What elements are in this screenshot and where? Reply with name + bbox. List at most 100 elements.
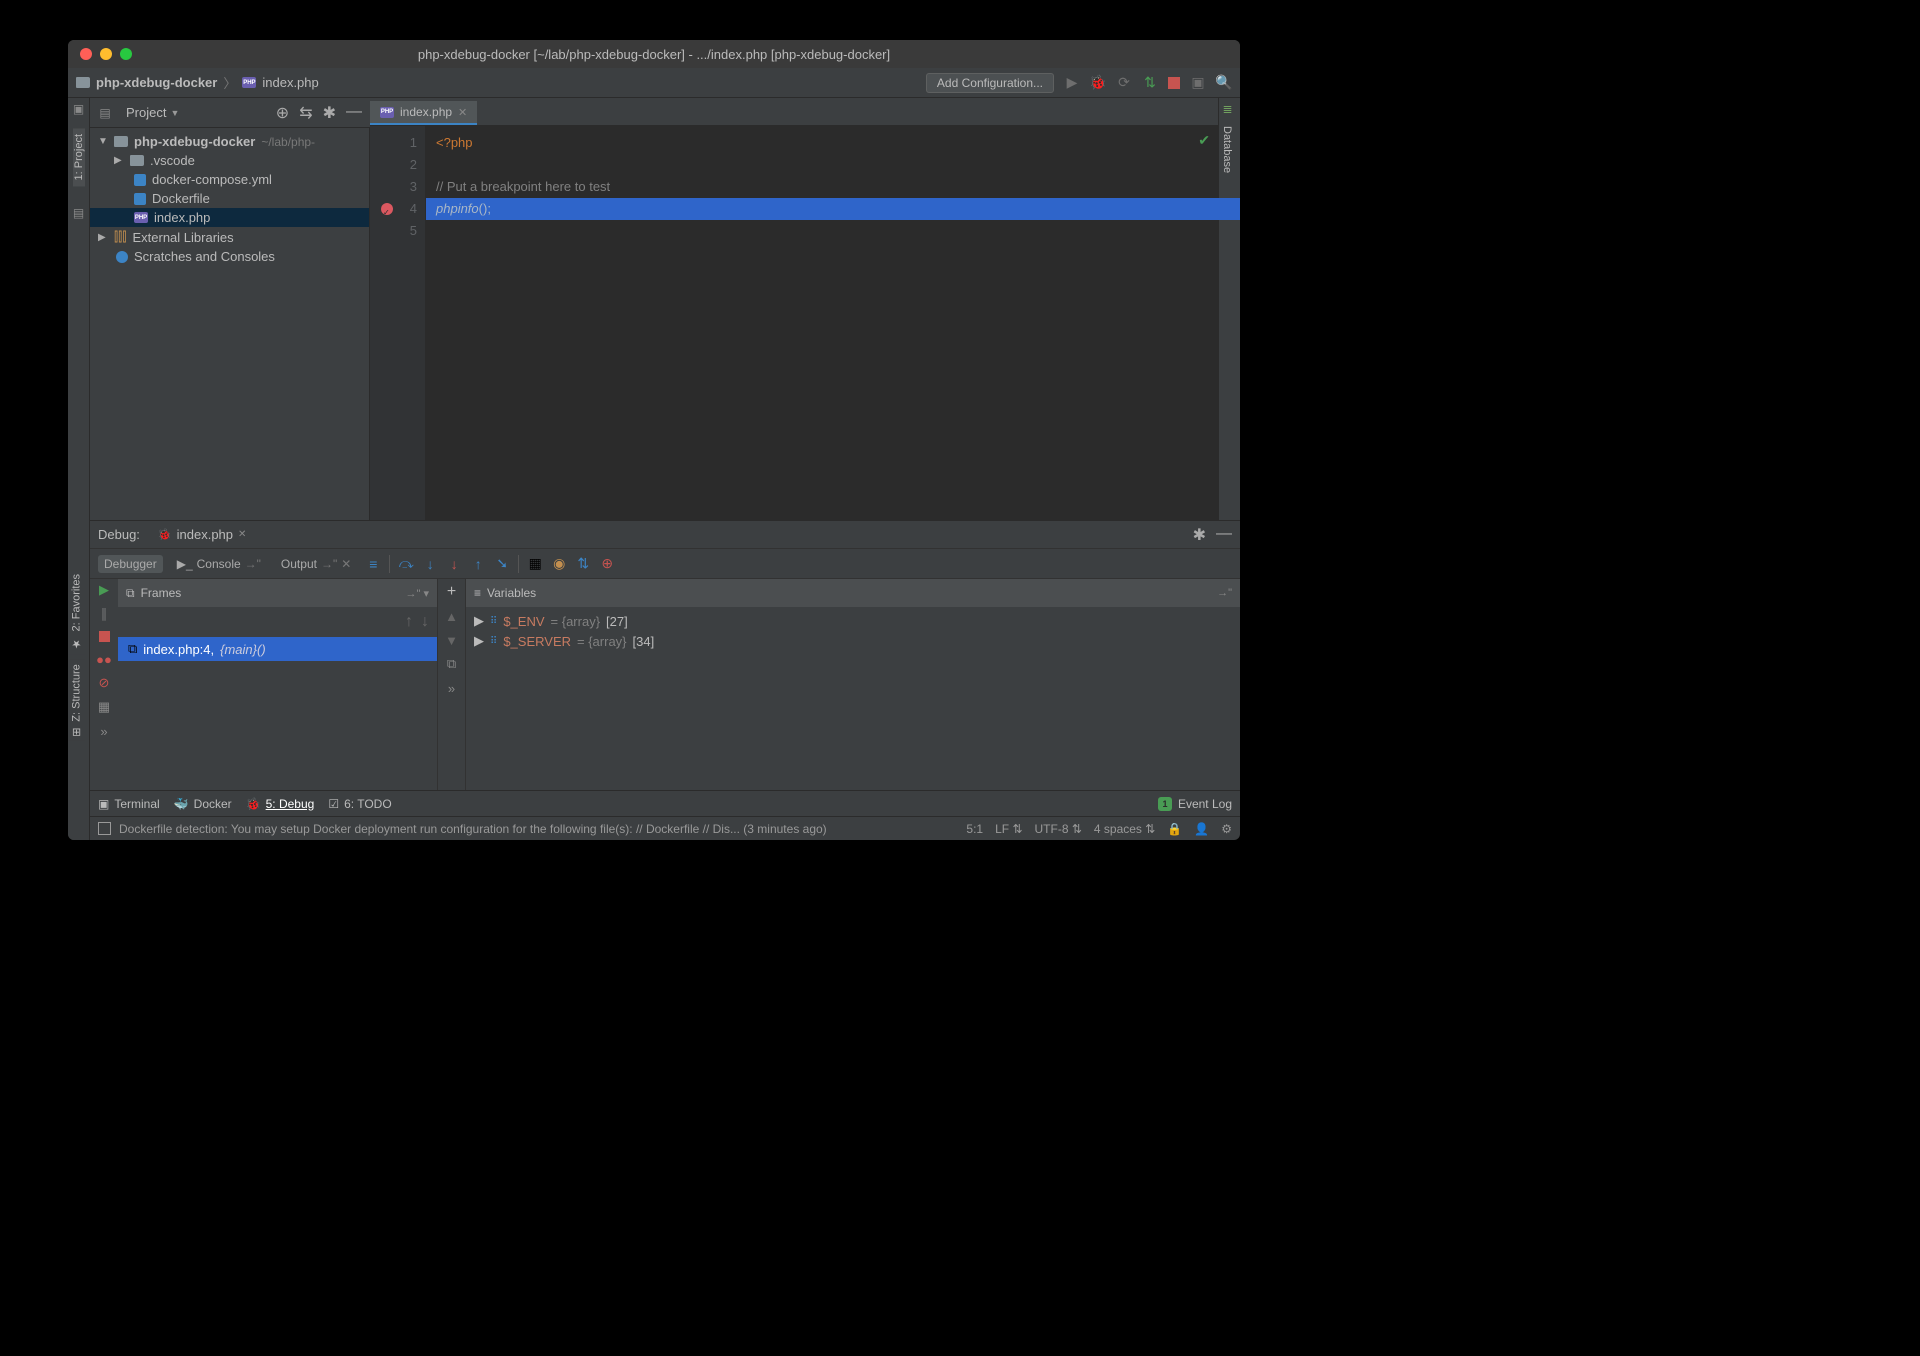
breakpoint-icon[interactable] bbox=[381, 203, 393, 215]
close-window-button[interactable] bbox=[80, 48, 92, 60]
project-view-selector[interactable]: Project ▼ bbox=[120, 103, 185, 122]
force-step-into-icon[interactable]: ↓ bbox=[446, 556, 462, 572]
settings-icon[interactable]: ✱ bbox=[323, 103, 336, 123]
nav-toolbar: php-xdebug-docker 〉 PHP index.php Add Co… bbox=[68, 68, 1240, 98]
favorites-tab[interactable]: 2: Favorites bbox=[71, 574, 83, 631]
pause-icon[interactable]: ∥ bbox=[97, 607, 111, 621]
gear-icon[interactable]: ✱ bbox=[1193, 525, 1206, 545]
profile-icon[interactable]: ⇅ bbox=[1142, 75, 1158, 91]
close-icon[interactable]: ✕ bbox=[458, 106, 467, 119]
right-tool-gutter: ≣ Database bbox=[1218, 98, 1240, 520]
add-configuration-button[interactable]: Add Configuration... bbox=[926, 73, 1054, 93]
sort-icon[interactable]: ⇅ bbox=[575, 556, 591, 572]
event-log-tab[interactable]: 1 Event Log bbox=[1158, 797, 1232, 811]
add-watch-icon[interactable]: ⊕ bbox=[599, 556, 615, 572]
line-ending[interactable]: LF ⇅ bbox=[995, 822, 1022, 836]
coverage-icon[interactable]: ⟳ bbox=[1116, 75, 1132, 91]
evaluate-icon[interactable]: ▦ bbox=[527, 556, 543, 572]
close-icon[interactable]: ✕ bbox=[238, 529, 246, 540]
mute-breakpoints-icon[interactable]: ⊘ bbox=[97, 676, 111, 690]
database-icon[interactable]: ≣ bbox=[1223, 102, 1237, 116]
editor-tab-index[interactable]: PHP index.php ✕ bbox=[370, 101, 477, 125]
next-frame-icon[interactable]: ↓ bbox=[421, 613, 429, 631]
frames-list[interactable]: ⧉ index.php:4, {main}() bbox=[118, 637, 437, 790]
docker-tab[interactable]: 🐳Docker bbox=[174, 797, 232, 811]
lock-icon[interactable]: 🔒 bbox=[1167, 822, 1182, 836]
todo-icon: ☑ bbox=[328, 797, 339, 811]
up-icon[interactable]: ▲ bbox=[445, 609, 459, 623]
console-tab[interactable]: ▶_Console→" bbox=[171, 555, 267, 573]
chevron-right-icon: ▶ bbox=[114, 155, 124, 166]
variables-list[interactable]: ▶ ⠿ $_ENV = {array} [27] ▶ ⠿ $_SERVER = bbox=[466, 607, 1240, 655]
add-icon[interactable]: + bbox=[445, 585, 459, 599]
more-icon[interactable]: » bbox=[445, 681, 459, 695]
step-into-icon[interactable]: ↓ bbox=[422, 556, 438, 572]
statusbar: Dockerfile detection: You may setup Dock… bbox=[90, 816, 1240, 840]
search-icon[interactable]: 🔍 bbox=[1216, 75, 1232, 91]
breadcrumb[interactable]: php-xdebug-docker 〉 PHP index.php bbox=[76, 73, 319, 92]
tree-file-dockerfile[interactable]: Dockerfile bbox=[90, 189, 369, 208]
chevron-right-icon: ▶ bbox=[474, 613, 484, 629]
run-icon[interactable]: ▶ bbox=[1064, 75, 1080, 91]
expand-all-icon[interactable]: ⇆ bbox=[299, 103, 312, 123]
project-tool-tab[interactable]: 1: Project bbox=[73, 128, 85, 186]
status-message[interactable]: Dockerfile detection: You may setup Dock… bbox=[119, 822, 827, 836]
bookmarks-icon[interactable]: ▤ bbox=[72, 206, 86, 220]
line-gutter[interactable]: 1 2 3 4 5 bbox=[370, 126, 426, 520]
debug-session-tab[interactable]: 🐞 index.php ✕ bbox=[152, 525, 252, 544]
inspector-icon[interactable]: 👤 bbox=[1194, 822, 1209, 836]
tree-file-compose[interactable]: docker-compose.yml bbox=[90, 170, 369, 189]
tree-root[interactable]: ▼ php-xdebug-docker ~/lab/php- bbox=[90, 132, 369, 151]
inspection-ok-icon[interactable]: ✔ bbox=[1198, 132, 1210, 149]
variable-row[interactable]: ▶ ⠿ $_ENV = {array} [27] bbox=[474, 611, 1232, 631]
layout-icon[interactable]: ▦ bbox=[97, 700, 111, 714]
run-to-cursor-icon[interactable]: ➘ bbox=[494, 556, 510, 572]
down-icon[interactable]: ▼ bbox=[445, 633, 459, 647]
code-area[interactable]: 1 2 3 4 5 ✔ <?php // Put a breakpoint he… bbox=[370, 126, 1218, 520]
breadcrumb-file: index.php bbox=[262, 75, 318, 90]
tree-external-libraries[interactable]: ▶ ⫿⫿⫿ External Libraries bbox=[90, 227, 369, 247]
copy-icon[interactable]: ⧉ bbox=[445, 657, 459, 671]
database-tool-tab[interactable]: Database bbox=[1219, 120, 1235, 179]
tree-scratches[interactable]: Scratches and Consoles bbox=[90, 247, 369, 266]
minimize-window-button[interactable] bbox=[100, 48, 112, 60]
stop-icon[interactable] bbox=[1168, 77, 1180, 89]
tree-folder-vscode[interactable]: ▶ .vscode bbox=[90, 151, 369, 170]
variable-row[interactable]: ▶ ⠿ $_SERVER = {array} [34] bbox=[474, 631, 1232, 651]
stop-icon[interactable] bbox=[99, 631, 110, 642]
prev-frame-icon[interactable]: ↑ bbox=[405, 613, 413, 631]
todo-tab[interactable]: ☑6: TODO bbox=[328, 797, 391, 811]
frame-row[interactable]: ⧉ index.php:4, {main}() bbox=[118, 637, 437, 661]
output-tab[interactable]: Output→"✕ bbox=[275, 555, 357, 573]
more-icon[interactable]: » bbox=[97, 724, 111, 738]
debugger-tab[interactable]: Debugger bbox=[98, 555, 163, 573]
trace-icon[interactable]: ◉ bbox=[551, 556, 567, 572]
resume-icon[interactable]: ▶ bbox=[97, 583, 111, 597]
zoom-window-button[interactable] bbox=[120, 48, 132, 60]
step-over-icon[interactable]: ⤼ bbox=[398, 556, 414, 572]
project-view-icon[interactable]: ▤ bbox=[98, 106, 112, 120]
structure-tab[interactable]: Z: Structure bbox=[71, 664, 83, 721]
debug-tab[interactable]: 🐞5: Debug bbox=[246, 797, 315, 811]
hide-panel-icon[interactable]: — bbox=[346, 103, 362, 123]
debug-icon[interactable]: 🐞 bbox=[1090, 75, 1106, 91]
indent[interactable]: 4 spaces ⇅ bbox=[1094, 822, 1155, 836]
vars-dropdown-icon[interactable]: →" bbox=[1217, 587, 1232, 599]
project-tool-icon[interactable]: ▣ bbox=[72, 102, 86, 116]
step-out-icon[interactable]: ↑ bbox=[470, 556, 486, 572]
hide-panel-icon[interactable]: — bbox=[1216, 525, 1232, 545]
view-breakpoints-icon[interactable]: ●● bbox=[97, 652, 111, 666]
frames-dropdown-icon[interactable]: →" ▾ bbox=[406, 587, 429, 600]
memory-icon[interactable]: ⚙ bbox=[1221, 822, 1232, 836]
show-execution-point-icon[interactable]: ≡ bbox=[365, 556, 381, 572]
chevron-down-icon: ▼ bbox=[170, 108, 179, 118]
terminal-tab[interactable]: ▣Terminal bbox=[98, 797, 160, 811]
run-anything-icon[interactable]: ▣ bbox=[1190, 75, 1206, 91]
array-icon: ⠿ bbox=[490, 636, 497, 647]
tool-windows-icon[interactable] bbox=[98, 822, 111, 835]
tree-file-index[interactable]: PHP index.php bbox=[90, 208, 369, 227]
cursor-position[interactable]: 5:1 bbox=[966, 822, 983, 836]
encoding[interactable]: UTF-8 ⇅ bbox=[1035, 822, 1082, 836]
locate-icon[interactable]: ⊕ bbox=[276, 103, 289, 123]
project-tree[interactable]: ▼ php-xdebug-docker ~/lab/php- ▶ .vscode bbox=[90, 128, 370, 520]
